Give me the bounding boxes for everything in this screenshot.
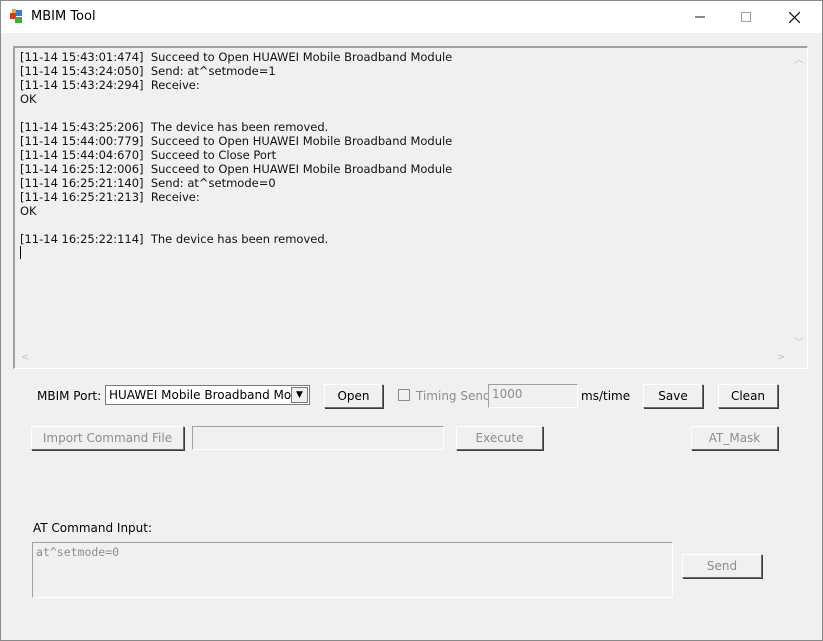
timing-send-checkbox[interactable]: [398, 389, 410, 401]
horizontal-scrollbar[interactable]: < >: [15, 351, 791, 368]
at-command-input[interactable]: at^setmode=0: [32, 542, 673, 598]
timing-unit-label: ms/time: [581, 389, 631, 403]
minimize-button[interactable]: [677, 1, 723, 33]
close-button[interactable]: [771, 1, 817, 33]
title-bar: MBIM Tool: [1, 1, 822, 33]
app-icon: [10, 9, 22, 23]
mbim-port-label: MBIM Port:: [37, 389, 102, 403]
log-line: OK: [20, 92, 37, 106]
minimize-icon: [695, 16, 705, 18]
close-icon: [788, 11, 800, 23]
log-line: [11-14 16:25:21:140] Send: at^setmode=0: [20, 176, 276, 190]
log-text: [11-14 15:43:01:474] Succeed to Open HUA…: [20, 50, 790, 350]
log-line: [11-14 15:43:01:474] Succeed to Open HUA…: [20, 50, 453, 64]
chevron-down-icon[interactable]: ▼: [291, 387, 308, 403]
log-line: [11-14 15:43:24:050] Send: at^setmode=1: [20, 64, 276, 78]
log-line: [11-14 15:43:24:294] Receive:: [20, 78, 200, 92]
log-line: [11-14 16:25:22:114] The device has been…: [20, 232, 329, 246]
import-command-file-button[interactable]: Import Command File: [31, 426, 184, 450]
at-command-input-label: AT Command Input:: [33, 521, 153, 535]
log-output[interactable]: [11-14 15:43:01:474] Succeed to Open HUA…: [13, 46, 808, 369]
clean-button[interactable]: Clean: [718, 384, 778, 408]
log-line: [11-14 15:44:04:670] Succeed to Close Po…: [20, 148, 277, 162]
at-mask-button[interactable]: AT_Mask: [691, 426, 778, 450]
maximize-icon: [741, 12, 751, 22]
import-file-path-field[interactable]: [192, 426, 444, 450]
log-line: [11-14 16:25:12:006] Succeed to Open HUA…: [20, 162, 453, 176]
open-button[interactable]: Open: [324, 384, 383, 408]
timing-interval-value: 1000: [492, 387, 523, 401]
timing-send-label: Timing Send: [416, 389, 491, 403]
log-line: [11-14 15:44:00:779] Succeed to Open HUA…: [20, 134, 453, 148]
scroll-right-icon[interactable]: >: [777, 352, 785, 363]
execute-button[interactable]: Execute: [456, 426, 543, 450]
log-line: [11-14 16:25:21:213] Receive:: [20, 190, 200, 204]
send-button[interactable]: Send: [682, 554, 762, 578]
vertical-scrollbar[interactable]: ︿ ﹀: [790, 48, 807, 354]
scroll-up-icon[interactable]: ︿: [794, 51, 804, 66]
save-button[interactable]: Save: [643, 384, 703, 408]
mbim-port-selected: HUAWEI Mobile Broadband Module: [109, 388, 291, 402]
timing-interval-field[interactable]: 1000: [488, 384, 578, 408]
scroll-left-icon[interactable]: <: [21, 352, 29, 363]
main-window: MBIM Tool [11-14 15:43:01:474] Succeed t…: [0, 0, 823, 641]
at-command-input-value: at^setmode=0: [36, 545, 120, 559]
log-line: [11-14 15:43:25:206] The device has been…: [20, 120, 329, 134]
window-title: MBIM Tool: [31, 9, 96, 24]
text-caret: [20, 246, 21, 259]
mbim-port-select[interactable]: HUAWEI Mobile Broadband Module ▼: [105, 385, 310, 405]
scroll-down-icon[interactable]: ﹀: [794, 334, 804, 349]
log-line: OK: [20, 204, 37, 218]
maximize-button[interactable]: [723, 1, 769, 33]
